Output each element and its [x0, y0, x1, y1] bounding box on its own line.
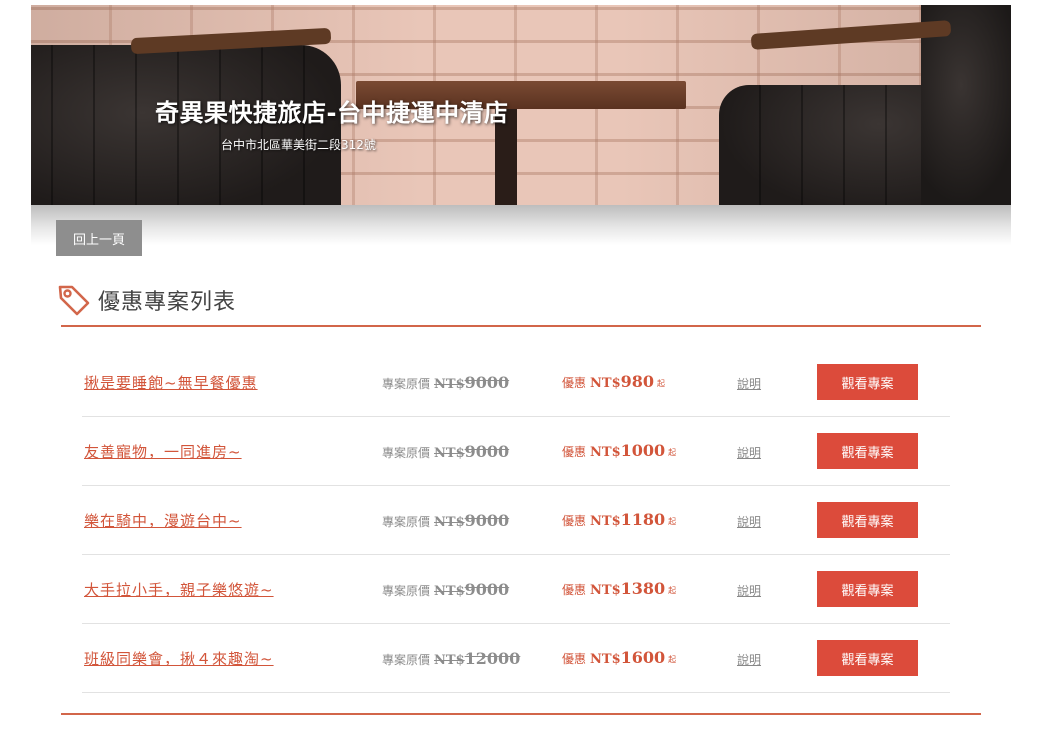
view-plan-button[interactable]: 觀看專案: [817, 571, 918, 607]
from-suffix: 起: [657, 379, 666, 388]
plan-list: 揪是要睡飽~無早餐優惠 專案原價 NT$9000 優惠 NT$980 起 說明 觀看專…: [82, 348, 950, 693]
original-price: 專案原價 NT$9000: [382, 373, 509, 392]
promo-price-value: 1600: [620, 648, 666, 667]
promo-price-label: 優惠: [562, 445, 587, 459]
explain-link[interactable]: 說明: [737, 444, 761, 461]
explain-link[interactable]: 說明: [737, 582, 761, 599]
view-plan-button[interactable]: 觀看專案: [817, 502, 918, 538]
section-divider-bottom: [61, 713, 981, 715]
from-suffix: 起: [668, 448, 677, 457]
view-plan-button[interactable]: 觀看專案: [817, 433, 918, 469]
hotel-address: 台中市北區華美街二段312號: [221, 138, 376, 152]
promo-price-label: 優惠: [562, 583, 587, 597]
original-price: 專案原價 NT$9000: [382, 511, 509, 530]
currency: NT$: [590, 445, 621, 460]
promo-price: 優惠 NT$1180 起: [562, 510, 676, 529]
promo-price-value: 1180: [620, 510, 666, 529]
plan-row: 樂在騎中，漫遊台中~ 專案原價 NT$9000 優惠 NT$1180 起 說明 觀看專…: [82, 486, 950, 555]
promo-price: 優惠 NT$1000 起: [562, 441, 676, 460]
explain-link[interactable]: 說明: [737, 651, 761, 668]
promo-price-value: 1000: [620, 441, 666, 460]
plan-name-link[interactable]: 樂在騎中，漫遊台中~: [84, 510, 242, 531]
plan-row: 友善寵物，一同進房~ 專案原價 NT$9000 優惠 NT$1000 起 說明 觀看專…: [82, 417, 950, 486]
plan-row: 揪是要睡飽~無早餐優惠 專案原價 NT$9000 優惠 NT$980 起 說明 觀看專…: [82, 348, 950, 417]
view-plan-button[interactable]: 觀看專案: [817, 640, 918, 676]
section-heading: 優惠專案列表: [56, 282, 236, 318]
section-title: 優惠專案列表: [98, 290, 237, 315]
explain-link[interactable]: 說明: [737, 513, 761, 530]
promo-price-value: 1380: [620, 579, 666, 598]
original-price-value: 9000: [464, 511, 510, 530]
currency: NT$: [434, 446, 465, 461]
price-tag-icon: [58, 285, 90, 316]
promo-price: 優惠 NT$980 起: [562, 372, 665, 391]
currency: NT$: [590, 652, 621, 667]
from-suffix: 起: [668, 655, 677, 664]
original-price: 專案原價 NT$9000: [382, 580, 509, 599]
currency: NT$: [434, 653, 465, 668]
plan-row: 班級同樂會，揪４來趣淘~ 專案原價 NT$12000 優惠 NT$1600 起 說明 …: [82, 624, 950, 693]
original-price-value: 12000: [464, 649, 521, 668]
from-suffix: 起: [668, 586, 677, 595]
original-price-label: 專案原價: [382, 584, 431, 598]
hotel-banner: 奇異果快捷旅店-台中捷運中清店 台中市北區華美街二段312號: [31, 5, 1011, 205]
plan-name-link[interactable]: 揪是要睡飽~無早餐優惠: [84, 372, 258, 393]
from-suffix: 起: [668, 517, 677, 526]
section-divider-top: [61, 325, 981, 327]
original-price: 專案原價 NT$12000: [382, 649, 520, 668]
original-price-value: 9000: [464, 580, 510, 599]
currency: NT$: [434, 584, 465, 599]
promo-price-label: 優惠: [562, 652, 587, 666]
original-price-label: 專案原價: [382, 515, 431, 529]
plan-name-link[interactable]: 大手拉小手，親子樂悠遊~: [84, 579, 274, 600]
original-price-label: 專案原價: [382, 446, 431, 460]
currency: NT$: [434, 515, 465, 530]
hotel-name: 奇異果快捷旅店-台中捷運中清店: [155, 99, 509, 127]
original-price-value: 9000: [464, 373, 510, 392]
currency: NT$: [590, 376, 621, 391]
promo-price: 優惠 NT$1380 起: [562, 579, 676, 598]
explain-link[interactable]: 說明: [737, 375, 761, 392]
currency: NT$: [590, 514, 621, 529]
plan-row: 大手拉小手，親子樂悠遊~ 專案原價 NT$9000 優惠 NT$1380 起 說明 觀…: [82, 555, 950, 624]
promo-price-label: 優惠: [562, 514, 587, 528]
promo-price-value: 980: [620, 372, 655, 391]
promo-price: 優惠 NT$1600 起: [562, 648, 676, 667]
original-price-label: 專案原價: [382, 653, 431, 667]
plan-name-link[interactable]: 班級同樂會，揪４來趣淘~: [84, 648, 274, 669]
original-price-value: 9000: [464, 442, 510, 461]
back-button[interactable]: 回上一頁: [56, 220, 142, 256]
promo-price-label: 優惠: [562, 376, 587, 390]
original-price: 專案原價 NT$9000: [382, 442, 509, 461]
plan-name-link[interactable]: 友善寵物，一同進房~: [84, 441, 242, 462]
original-price-label: 專案原價: [382, 377, 431, 391]
currency: NT$: [590, 583, 621, 598]
banner-shadow: [31, 205, 1011, 245]
currency: NT$: [434, 377, 465, 392]
view-plan-button[interactable]: 觀看專案: [817, 364, 918, 400]
